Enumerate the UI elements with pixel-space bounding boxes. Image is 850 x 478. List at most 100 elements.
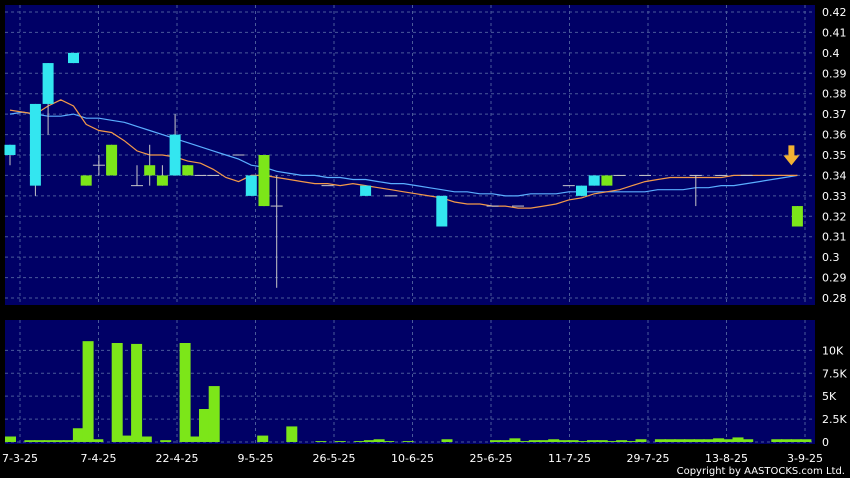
volume-bar [625,441,637,442]
candle-body [360,185,372,196]
date-tick-label: 11-7-25 [548,452,591,465]
candle-body [245,175,257,196]
volume-bar [635,439,647,442]
volume-bar [509,438,521,442]
volume-bar [732,437,744,442]
date-tick-label: 3-9-25 [787,452,823,465]
date-tick-label: 10-6-25 [391,452,434,465]
volume-tick-label: 0 [822,436,829,449]
price-tick-label: 0.42 [822,6,847,19]
candle-body [68,52,79,64]
volume-bar [577,441,589,442]
volume-bar [596,440,608,442]
volume-bar [616,440,628,442]
date-tick-label: 7-4-25 [81,452,117,465]
volume-bar [5,436,16,442]
volume-bar [654,439,666,442]
volume-bar [567,440,579,442]
volume-tick-label: 7.5K [822,367,847,380]
price-tick-label: 0.34 [822,169,847,182]
volume-bar [587,440,598,442]
date-tick-label: 9-5-25 [238,452,274,465]
volume-bar [179,343,191,442]
volume-bar [315,441,327,442]
price-tick-label: 0.31 [822,231,847,244]
volume-bar [140,436,152,442]
price-tick-label: 0.41 [822,26,847,39]
date-tick-label: 26-5-25 [313,452,356,465]
candle-body [182,165,194,176]
volume-tick-label: 10K [822,344,844,357]
price-tick-label: 0.3 [822,251,840,264]
candle-body [169,134,181,176]
volume-bar [674,439,686,442]
candle-body [42,63,54,104]
volume-bar [557,440,569,442]
volume-bar [548,439,560,442]
date-tick-label: 7-3-25 [2,452,38,465]
volume-bar [383,441,395,442]
volume-bar [257,435,269,442]
price-tick-label: 0.37 [822,108,847,121]
volume-bar [441,439,453,442]
volume-bar [334,441,346,442]
candle-body [29,103,41,186]
volume-bar [208,386,220,442]
volume-bar [790,439,802,442]
candle-body [4,144,16,155]
volume-bar [781,439,792,442]
volume-bar [43,440,55,442]
date-tick-label: 29-7-25 [627,452,670,465]
volume-bar [606,441,618,442]
volume-bar [490,440,501,442]
volume-bar [373,439,385,442]
candle-body [156,175,168,186]
volume-bar [528,440,540,442]
price-tick-label: 0.28 [822,292,847,305]
volume-tick-label: 5K [822,390,837,403]
volume-bar [24,440,36,442]
candle-body [258,155,270,207]
volume-bar [354,441,366,442]
volume-bar [72,428,84,442]
volume-bar [703,439,715,442]
volume-bar [34,440,46,442]
copyright-text: Copyright by AASTOCKS.com Ltd. [677,466,845,477]
price-tick-label: 0.35 [822,149,847,162]
candle-body [601,175,613,186]
price-tick-label: 0.38 [822,88,847,101]
volume-bar [111,343,123,442]
volume-bar [713,438,725,442]
volume-bar [131,343,143,442]
volume-bar [160,440,172,442]
price-tick-label: 0.39 [822,67,847,80]
volume-bar [664,439,676,442]
candle-body [106,144,118,176]
volume-bar [722,439,734,442]
price-tick-label: 0.4 [822,47,840,60]
volume-bar [742,439,754,442]
volume-bar [63,440,75,442]
volume-bar [693,439,705,442]
candle-body [791,206,803,227]
volume-bar [286,426,298,442]
volume-tick-label: 2.5K [822,413,847,426]
volume-bar [519,441,531,442]
candle-body [144,165,156,176]
volume-bar [199,409,210,442]
volume-bar [684,439,695,442]
candle-body [436,195,448,227]
date-tick-label: 22-4-25 [156,452,199,465]
price-tick-label: 0.29 [822,272,847,285]
volume-bar [189,436,201,442]
volume-bar [121,435,133,442]
candle-body [588,175,600,186]
volume-bar [538,440,550,442]
volume-bar [800,439,812,442]
volume-bar [92,439,104,442]
candle-body [576,185,587,196]
stock-chart: 0.28 0.29 0.3 0.31 0.32 0.33 0.34 0.35 0.36 0.37 0… [0,0,850,478]
candle-body [80,175,92,186]
date-tick-label: 25-6-25 [470,452,513,465]
price-tick-label: 0.33 [822,190,847,203]
